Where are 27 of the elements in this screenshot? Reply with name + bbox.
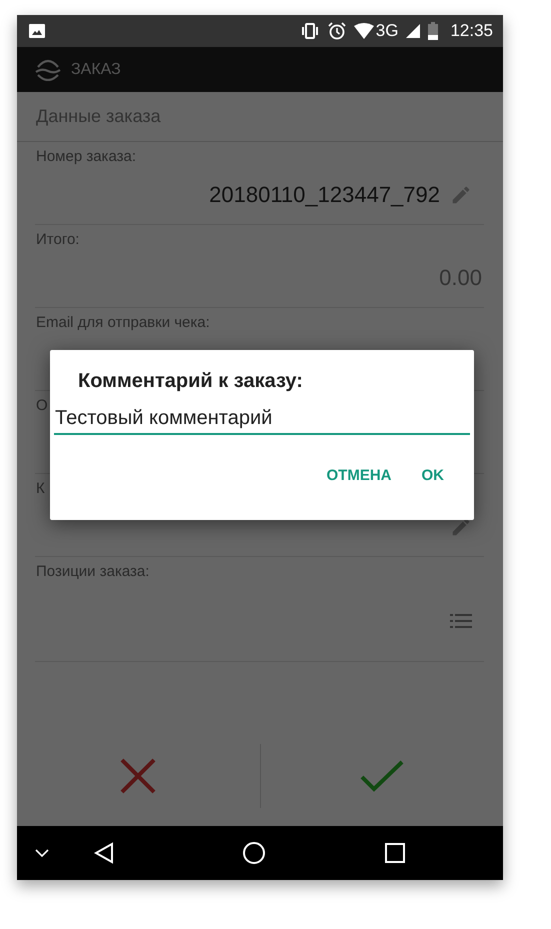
app-logo-icon [35, 58, 61, 80]
field-label: К [36, 480, 45, 497]
checkmark-icon [360, 759, 404, 793]
field-value: 20180110_123447_792 [209, 182, 440, 208]
field-label: Номер заказа: [36, 148, 136, 165]
cancel-dialog-button[interactable]: ОТМЕНА [316, 459, 402, 492]
image-icon [29, 24, 45, 38]
comment-field[interactable]: Тестовый комментарий [54, 407, 470, 435]
wifi-icon [354, 23, 374, 39]
close-icon [120, 758, 156, 794]
field-label: О [36, 397, 48, 414]
field-label: Email для отправки чека: [36, 314, 210, 331]
alarm-icon [328, 22, 346, 40]
back-icon[interactable] [94, 842, 114, 864]
dialog-title: Комментарий к заказу: [78, 370, 303, 393]
collapse-icon[interactable] [35, 849, 49, 857]
battery-icon [428, 22, 438, 40]
vibrate-icon [300, 23, 320, 39]
app-title: ЗАКАЗ [71, 60, 121, 78]
ok-button[interactable]: OK [412, 459, 454, 492]
field-label: Итого: [36, 231, 80, 248]
status-time: 12:35 [450, 21, 493, 41]
overview-icon[interactable] [385, 843, 405, 863]
signal-icon [406, 24, 420, 38]
network-type: 3G [376, 21, 398, 41]
home-icon[interactable] [242, 841, 266, 865]
field-label: Позиции заказа: [36, 563, 150, 580]
